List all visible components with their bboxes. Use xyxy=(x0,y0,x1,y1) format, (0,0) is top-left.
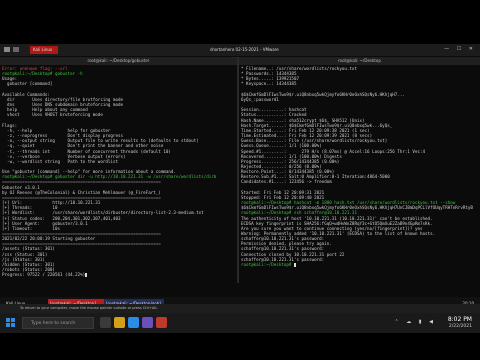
taskbar-clock[interactable]: 8:02 PM 2/22/2021 xyxy=(448,316,472,330)
system-tray-icons[interactable]: ⌃ ☁ ▮ ◀ xyxy=(394,319,436,325)
windows-taskbar: Type here to search ⌃ ☁ ▮ ◀ 8:02 PM 2/22… xyxy=(0,313,480,333)
window-title: shortanhero 02-15-2021 - VMware xyxy=(210,47,279,52)
recorder-icon[interactable] xyxy=(156,317,167,328)
terminal-right-title: root@kali: ~/Desktop xyxy=(239,57,480,65)
terminal-right-output: * Filename..: /usr/share/wordlists/rocky… xyxy=(239,65,480,268)
terminal-right[interactable]: root@kali: ~/Desktop * Filename..: /usr/… xyxy=(239,57,480,283)
terminal-line: root@kali:~/Desktop# xyxy=(241,261,296,267)
windows-start-icon[interactable] xyxy=(6,318,16,328)
terminal-cursor xyxy=(293,262,296,267)
task-view-icon[interactable] xyxy=(100,317,111,328)
menu-icon[interactable] xyxy=(4,47,10,52)
terminal-left[interactable]: root@kali: ~/Desktop/gobuster Error: unk… xyxy=(0,57,237,283)
vm-top-bar: Kali Linux shortanhero 02-15-2021 - VMwa… xyxy=(0,44,480,56)
vmware-icon[interactable] xyxy=(142,317,153,328)
terminal-line: Progress: 97522 / 220561 (44.22%) xyxy=(2,272,88,278)
vm-screen: Kali Linux shortanhero 02-15-2021 - VMwa… xyxy=(0,44,480,311)
file-explorer-icon[interactable] xyxy=(114,317,125,328)
edge-icon[interactable] xyxy=(128,317,139,328)
places-icon[interactable] xyxy=(13,47,19,52)
terminal-left-output: Error: unknown flag: --url root@kali:~/De… xyxy=(0,65,237,278)
vmware-status-text: To return to your computer, move the mou… xyxy=(20,306,158,310)
window-controls[interactable]: — ☐ ✕ xyxy=(444,46,476,52)
vmware-status-bar: To return to your computer, move the mou… xyxy=(0,304,480,313)
clock-time: 8:02 PM xyxy=(447,316,472,323)
clock-date: 2/22/2021 xyxy=(448,324,472,329)
terminal-cursor xyxy=(85,273,88,278)
terminal-left-title: root@kali: ~/Desktop/gobuster xyxy=(0,57,237,65)
taskbar-search-input[interactable]: Type here to search xyxy=(22,317,94,329)
terminal-line: [+] Wordlist: /usr/share/wordlists/dirbu… xyxy=(2,210,204,216)
tab-kali-linux[interactable]: Kali Linux xyxy=(30,46,58,54)
